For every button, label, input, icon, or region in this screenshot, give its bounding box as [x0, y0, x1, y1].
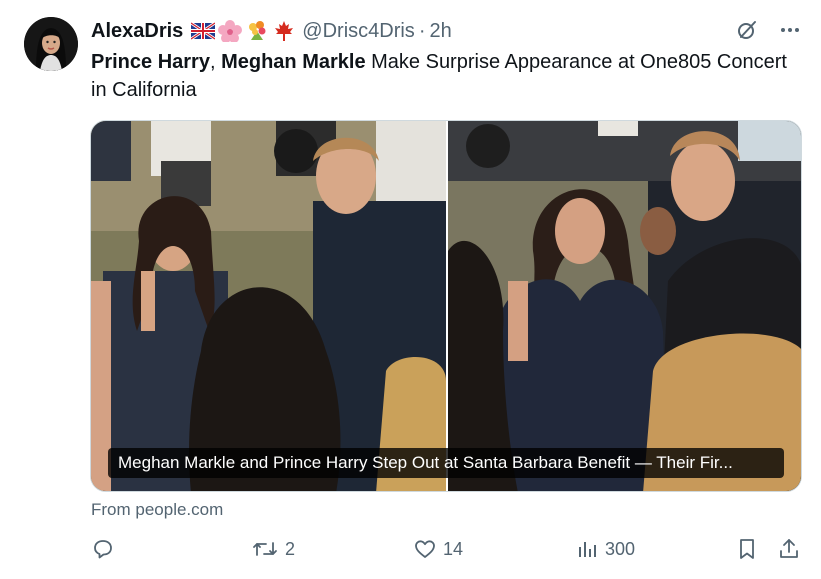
- tweet-media[interactable]: [90, 120, 802, 492]
- avatar[interactable]: [24, 17, 78, 71]
- author-name[interactable]: AlexaDris: [91, 20, 183, 43]
- like-count: 14: [443, 538, 464, 559]
- tweet-time[interactable]: 2h: [429, 20, 451, 43]
- tweet-text-separator: ,: [209, 51, 222, 73]
- heart-icon: [415, 540, 435, 558]
- tweet-header: AlexaDris @Drisc4Dris · 2h: [91, 18, 452, 44]
- bookmark-button[interactable]: [736, 537, 758, 561]
- tweet-top-actions: [735, 18, 801, 42]
- retweet-button[interactable]: 2: [251, 537, 295, 561]
- retweet-icon: [253, 542, 277, 556]
- share-button[interactable]: [778, 537, 800, 561]
- like-button[interactable]: 14: [413, 537, 463, 561]
- tweet-card[interactable]: AlexaDris @Drisc4Dris · 2h Prince Harry,…: [0, 0, 821, 579]
- media-photo-left[interactable]: [91, 121, 446, 491]
- views-button[interactable]: 300: [575, 537, 635, 561]
- grok-icon[interactable]: [735, 18, 759, 42]
- media-caption[interactable]: Meghan Markle and Prince Harry Step Out …: [108, 448, 784, 478]
- tweet-bold-name-1: Prince Harry: [91, 51, 210, 73]
- retweet-count: 2: [285, 538, 296, 559]
- views-count: 300: [605, 538, 636, 559]
- bookmark-icon: [740, 539, 754, 559]
- tweet-action-bar: 2 14 300: [91, 537, 803, 565]
- cherry-blossom-icon: [218, 20, 243, 43]
- maple-leaf-icon: [272, 20, 296, 42]
- share-icon: [780, 539, 798, 558]
- author-handle[interactable]: @Drisc4Dris: [302, 20, 415, 43]
- reply-button[interactable]: [91, 537, 121, 561]
- uk-flag-icon: [190, 20, 217, 42]
- more-options-icon[interactable]: [779, 18, 801, 42]
- views-icon: [579, 542, 596, 557]
- author-emojis: [190, 20, 296, 43]
- media-photo-right[interactable]: [448, 121, 801, 491]
- header-separator: ·: [418, 19, 426, 42]
- tweet-text: Prince Harry, Meghan Markle Make Surpris…: [91, 48, 791, 104]
- link-source[interactable]: From people.com: [91, 500, 223, 520]
- bouquet-icon: [245, 20, 269, 42]
- reply-icon: [94, 540, 112, 559]
- tweet-bold-name-2: Meghan Markle: [221, 51, 366, 73]
